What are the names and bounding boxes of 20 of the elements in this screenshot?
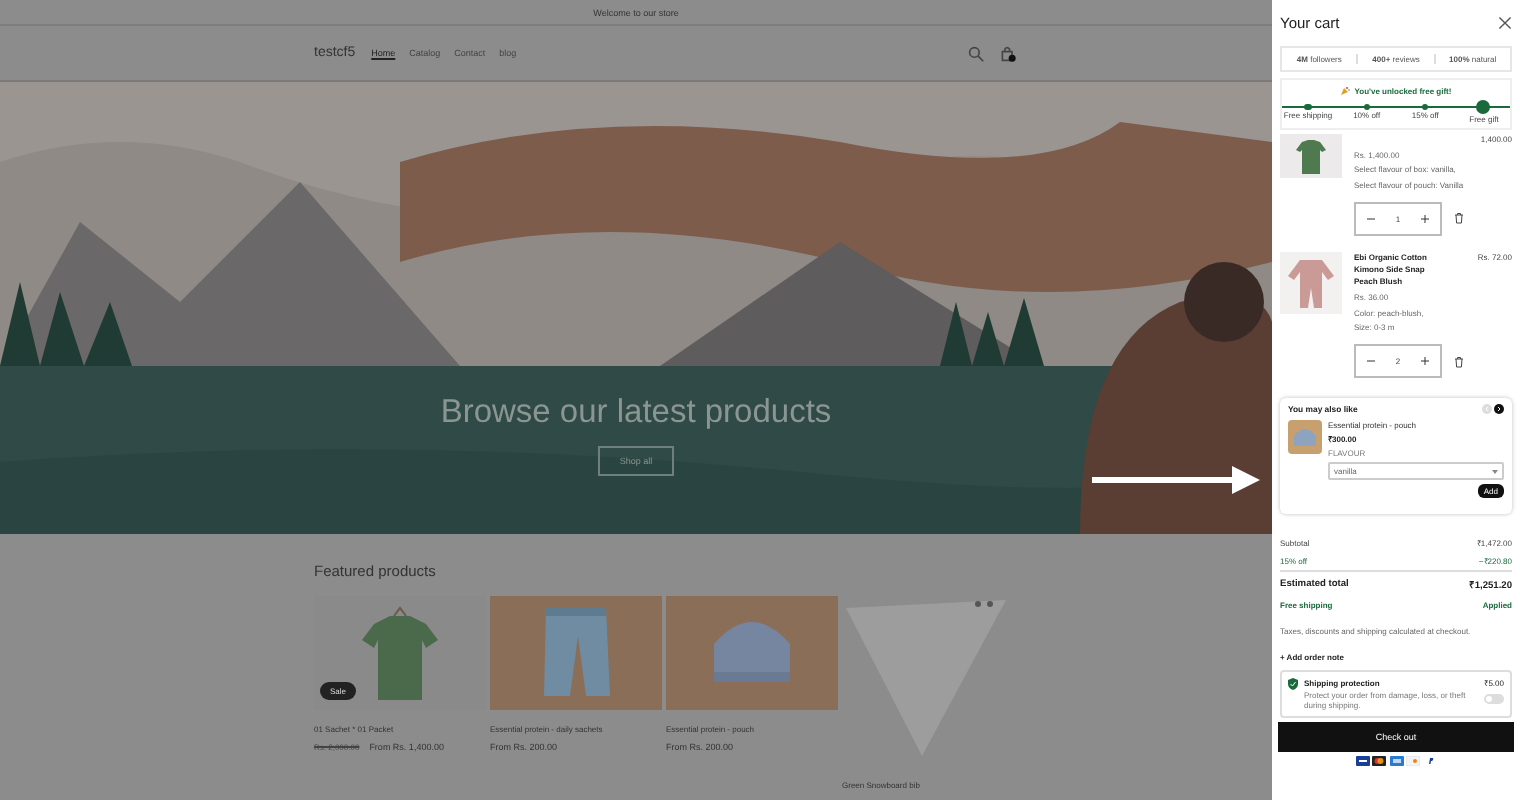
hero-heading: Browse our latest products [440, 394, 832, 432]
minus-icon[interactable] [1365, 213, 1376, 224]
party-popper-icon [1340, 86, 1351, 96]
search-icon[interactable] [968, 45, 984, 61]
plus-icon[interactable] [1420, 356, 1431, 367]
payment-card-icon [1372, 756, 1386, 767]
caret-icon [1492, 469, 1498, 474]
payment-card-icon [1423, 756, 1437, 767]
payment-card-icon [1355, 756, 1369, 767]
payment-card-icon [1406, 756, 1420, 767]
shield-check-icon [1288, 678, 1298, 691]
minus-icon[interactable] [1365, 356, 1376, 367]
payment-card-icon [1389, 756, 1403, 767]
close-icon[interactable] [1498, 15, 1512, 29]
trash-icon[interactable] [1454, 212, 1464, 225]
next-icon[interactable] [1494, 404, 1504, 415]
protection-toggle[interactable] [1484, 694, 1504, 705]
trash-icon[interactable] [1454, 355, 1464, 368]
plus-icon[interactable] [1420, 213, 1431, 224]
shopping-bag-icon[interactable] [1000, 45, 1016, 61]
